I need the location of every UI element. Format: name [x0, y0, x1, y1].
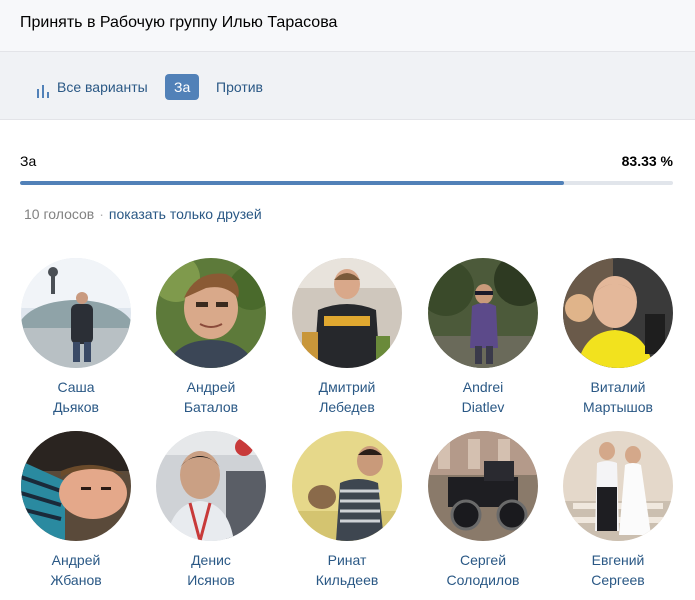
- voter-last-name[interactable]: Баталов: [146, 397, 276, 417]
- voter-last-name[interactable]: Мартышов: [553, 397, 683, 417]
- voter-card[interactable]: Сергей Солодилов: [418, 431, 548, 590]
- voter-first-name[interactable]: Саша: [11, 377, 141, 397]
- voter-last-name[interactable]: Исянов: [146, 570, 276, 590]
- voter-name[interactable]: Виталий Мартышов: [553, 377, 683, 417]
- voter-first-name[interactable]: Андрей: [11, 550, 141, 570]
- voter-card[interactable]: Виталий Мартышов: [553, 258, 683, 417]
- voter-name[interactable]: Андрей Жбанов: [11, 550, 141, 590]
- option-label: За: [20, 153, 37, 169]
- tab-against[interactable]: Против: [216, 74, 263, 100]
- voter-name[interactable]: Дмитрий Лебедев: [282, 377, 412, 417]
- voter-card[interactable]: Andrei Diatlev: [418, 258, 548, 417]
- progress-track: [20, 181, 673, 185]
- avatar[interactable]: [428, 258, 538, 368]
- voter-last-name[interactable]: Жбанов: [11, 570, 141, 590]
- voter-name[interactable]: Денис Исянов: [146, 550, 276, 590]
- voter-card[interactable]: Саша Дьяков: [11, 258, 141, 417]
- votes-separator: ·: [99, 206, 104, 222]
- voter-card[interactable]: Евгений Сергеев: [553, 431, 683, 590]
- avatar[interactable]: [563, 431, 673, 541]
- avatar[interactable]: [428, 431, 538, 541]
- tab-for[interactable]: За: [165, 74, 200, 100]
- voter-name[interactable]: Ринат Кильдеев: [282, 550, 412, 590]
- avatar[interactable]: [563, 258, 673, 368]
- poll-title: Принять в Рабочую группу Илью Тарасова: [20, 14, 338, 31]
- voter-card[interactable]: Денис Исянов: [146, 431, 276, 590]
- voter-last-name[interactable]: Дьяков: [11, 397, 141, 417]
- avatar[interactable]: [21, 258, 131, 368]
- voter-last-name[interactable]: Кильдеев: [282, 570, 412, 590]
- voter-name[interactable]: Сергей Солодилов: [418, 550, 548, 590]
- bar-chart-icon: [36, 80, 50, 98]
- voter-first-name[interactable]: Виталий: [553, 377, 683, 397]
- voter-name[interactable]: Саша Дьяков: [11, 377, 141, 417]
- voter-last-name[interactable]: Солодилов: [418, 570, 548, 590]
- voter-first-name[interactable]: Евгений: [553, 550, 683, 570]
- option-percent: 83.33 %: [621, 153, 673, 169]
- voter-first-name[interactable]: Денис: [146, 550, 276, 570]
- voter-name[interactable]: Евгений Сергеев: [553, 550, 683, 590]
- voter-first-name[interactable]: Дмитрий: [282, 377, 412, 397]
- voter-name[interactable]: Андрей Баталов: [146, 377, 276, 417]
- tab-all-options-label: Все варианты: [57, 79, 148, 95]
- voter-card[interactable]: Андрей Жбанов: [11, 431, 141, 590]
- voter-card[interactable]: Андрей Баталов: [146, 258, 276, 417]
- votes-count: 10 голосов: [24, 206, 95, 222]
- avatar[interactable]: [156, 258, 266, 368]
- voter-first-name[interactable]: Сергей: [418, 550, 548, 570]
- avatar[interactable]: [156, 431, 266, 541]
- voter-first-name[interactable]: Андрей: [146, 377, 276, 397]
- progress-fill: [20, 181, 565, 185]
- show-friends-link[interactable]: показать только друзей: [109, 206, 262, 222]
- avatar[interactable]: [292, 258, 402, 368]
- voter-card[interactable]: Дмитрий Лебедев: [282, 258, 412, 417]
- voter-first-name[interactable]: Andrei: [418, 377, 548, 397]
- voter-last-name[interactable]: Лебедев: [282, 397, 412, 417]
- voter-last-name[interactable]: Сергеев: [553, 570, 683, 590]
- voter-card[interactable]: Ринат Кильдеев: [282, 431, 412, 590]
- voter-first-name[interactable]: Ринат: [282, 550, 412, 570]
- poll-header: Принять в Рабочую группу Илью Тарасова: [0, 0, 695, 52]
- voter-last-name[interactable]: Diatlev: [418, 397, 548, 417]
- tab-all-options[interactable]: Все варианты: [36, 74, 148, 100]
- tabs-bar: Все варианты За Против: [0, 52, 695, 120]
- votes-line: 10 голосов · показать только друзей: [24, 205, 262, 223]
- avatar[interactable]: [21, 431, 131, 541]
- voter-name[interactable]: Andrei Diatlev: [418, 377, 548, 417]
- avatar[interactable]: [292, 431, 402, 541]
